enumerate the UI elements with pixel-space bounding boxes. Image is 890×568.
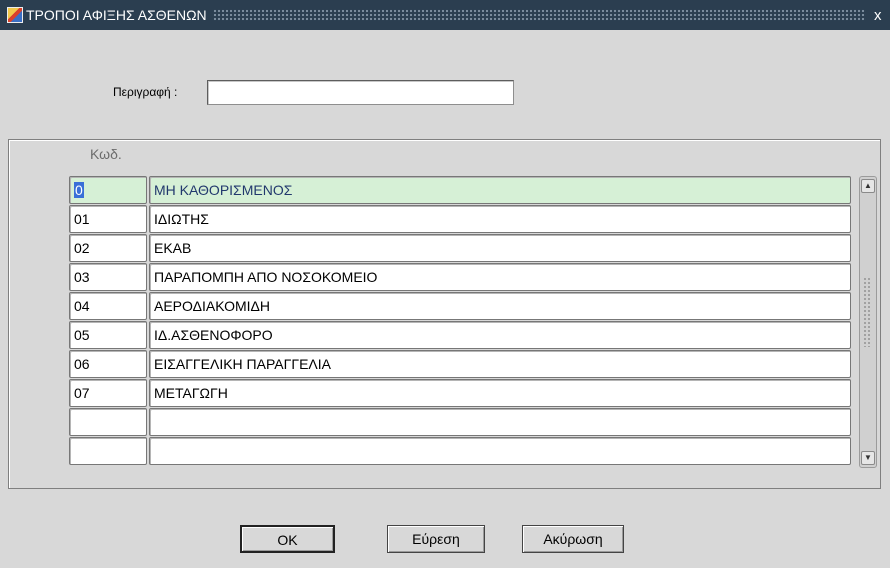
description-cell[interactable]: ΜΗ ΚΑΘΟΡΙΣΜΕΝΟΣ (149, 176, 851, 204)
description-cell[interactable]: ΕΙΣΑΓΓΕΛΙΚΗ ΠΑΡΑΓΓΕΛΙΑ (149, 350, 851, 378)
code-cell[interactable]: 0 (69, 176, 147, 204)
description-cell[interactable]: ΕΚΑΒ (149, 234, 851, 262)
find-button[interactable]: Εύρεση (387, 525, 485, 553)
close-icon[interactable]: x (874, 7, 888, 24)
table-row[interactable]: 03 ΠΑΡΑΠΟΜΠΗ ΑΠΟ ΝΟΣΟΚΟΜΕΙΟ (69, 263, 853, 292)
code-cell[interactable]: 02 (69, 234, 147, 262)
code-cell[interactable]: 04 (69, 292, 147, 320)
table-row[interactable] (69, 408, 853, 437)
title-bar-grip (212, 9, 866, 21)
window-title: ΤΡΟΠΟΙ ΑΦΙΞΗΣ ΑΣΘΕΝΩΝ (26, 7, 207, 23)
description-cell[interactable]: ΙΔ.ΑΣΘΕΝΟΦΟΡΟ (149, 321, 851, 349)
code-cell[interactable] (69, 437, 147, 465)
table-row[interactable]: 06 ΕΙΣΑΓΓΕΛΙΚΗ ΠΑΡΑΓΓΕΛΙΑ (69, 350, 853, 379)
ok-button[interactable]: OK (240, 525, 335, 553)
code-cell[interactable] (69, 408, 147, 436)
description-label: Περιγραφή : (113, 85, 178, 99)
table-row[interactable]: 05 ΙΔ.ΑΣΘΕΝΟΦΟΡΟ (69, 321, 853, 350)
code-cell[interactable]: 01 (69, 205, 147, 233)
description-cell[interactable] (149, 408, 851, 436)
scroll-thumb-grip[interactable] (863, 277, 872, 347)
table-row[interactable]: 02 ΕΚΑΒ (69, 234, 853, 263)
table-row[interactable]: 04 ΑΕΡΟΔΙΑΚΟΜΙΔΗ (69, 292, 853, 321)
description-cell[interactable] (149, 437, 851, 465)
description-input[interactable] (207, 80, 514, 105)
description-cell[interactable]: ΑΕΡΟΔΙΑΚΟΜΙΔΗ (149, 292, 851, 320)
code-cell[interactable]: 05 (69, 321, 147, 349)
table-row[interactable] (69, 437, 853, 466)
table-row[interactable]: 01 ΙΔΙΩΤΗΣ (69, 205, 853, 234)
code-cell-text: 0 (74, 182, 84, 198)
form-app-icon (7, 7, 23, 23)
cancel-button[interactable]: Ακύρωση (522, 525, 624, 553)
scroll-down-button[interactable]: ▼ (861, 451, 875, 465)
vertical-scrollbar[interactable]: ▲ ▼ (859, 176, 877, 468)
description-cell[interactable]: ΠΑΡΑΠΟΜΠΗ ΑΠΟ ΝΟΣΟΚΟΜΕΙΟ (149, 263, 851, 291)
code-cell[interactable]: 07 (69, 379, 147, 407)
description-cell[interactable]: ΙΔΙΩΤΗΣ (149, 205, 851, 233)
table-row[interactable]: 0 ΜΗ ΚΑΘΟΡΙΣΜΕΝΟΣ (69, 176, 853, 205)
scroll-up-button[interactable]: ▲ (861, 179, 875, 193)
title-bar: ΤΡΟΠΟΙ ΑΦΙΞΗΣ ΑΣΘΕΝΩΝ x (0, 0, 890, 30)
results-table: 0 ΜΗ ΚΑΘΟΡΙΣΜΕΝΟΣ 01 ΙΔΙΩΤΗΣ 02 ΕΚΑΒ 03 … (69, 176, 853, 466)
table-row[interactable]: 07 ΜΕΤΑΓΩΓΗ (69, 379, 853, 408)
code-column-header: Κωδ. (90, 146, 122, 162)
code-cell[interactable]: 03 (69, 263, 147, 291)
description-cell[interactable]: ΜΕΤΑΓΩΓΗ (149, 379, 851, 407)
code-cell[interactable]: 06 (69, 350, 147, 378)
